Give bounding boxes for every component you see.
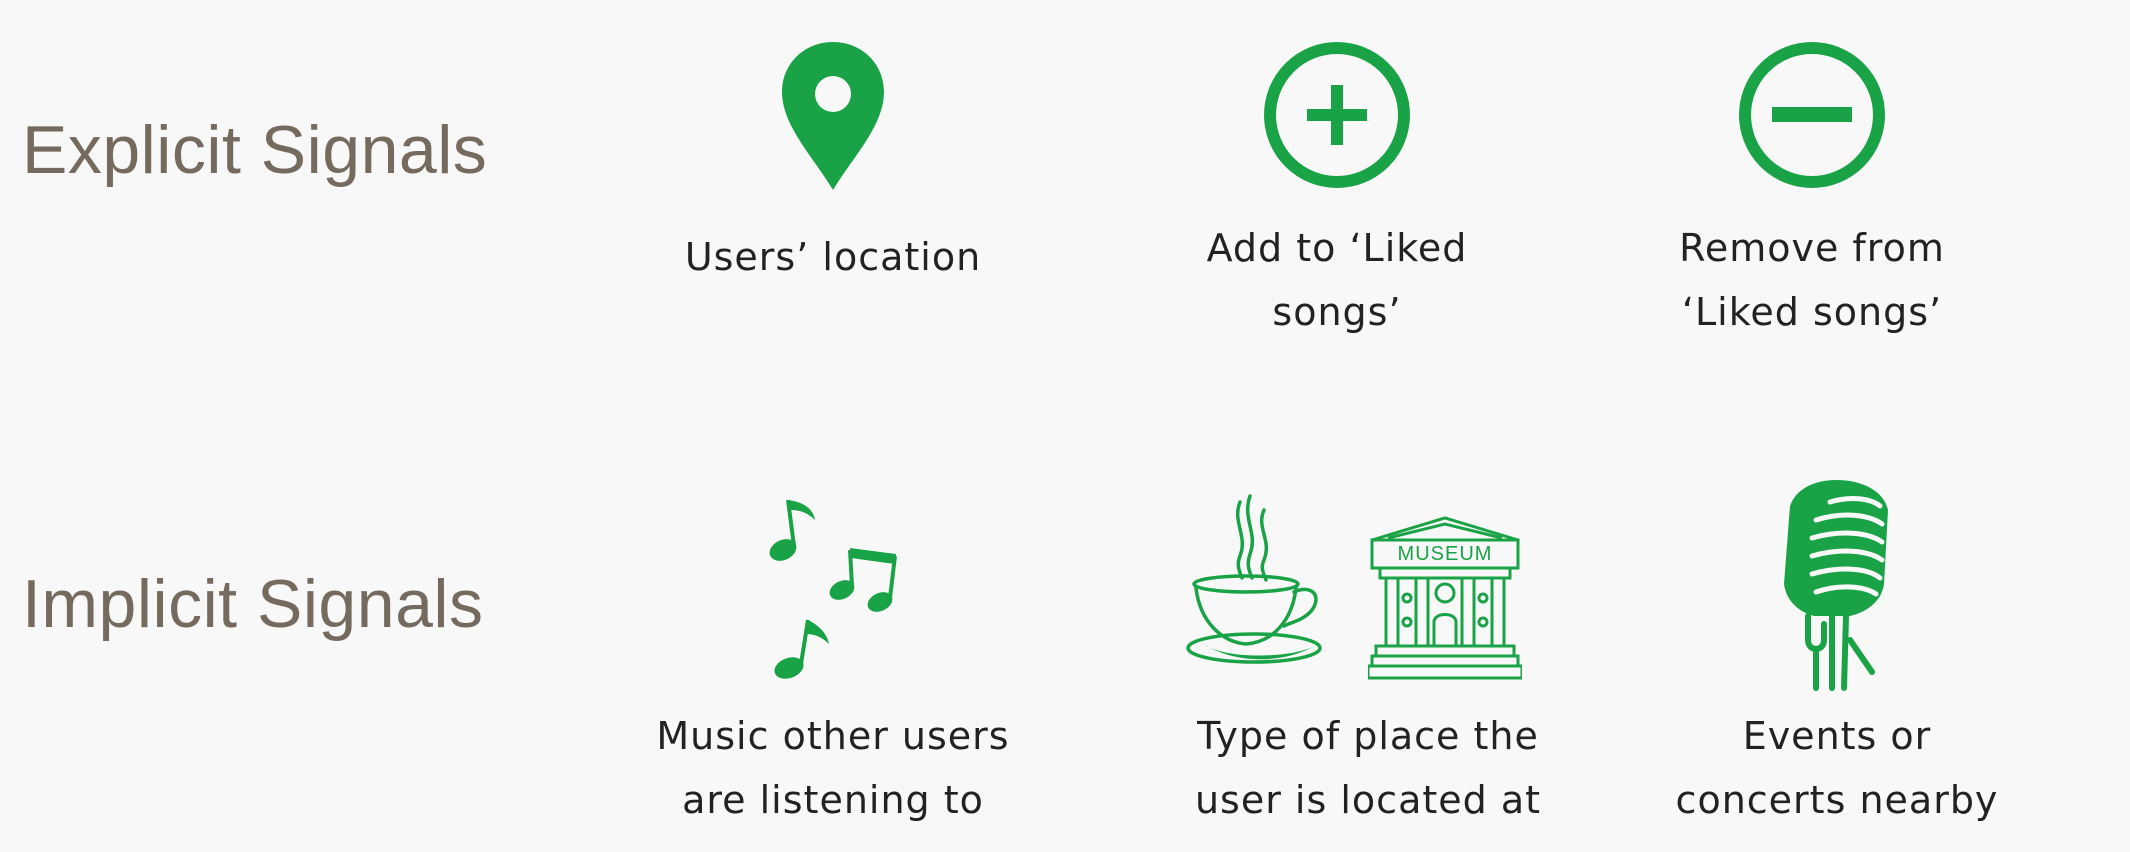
location-pin-icon: [782, 42, 884, 190]
microphone-icon: [1784, 480, 1888, 691]
music-notes-icon: [769, 499, 897, 679]
coffee-cup-icon: [1186, 494, 1322, 664]
plus-circle-icon: [1264, 42, 1410, 188]
museum-sign: MUSEUM: [1397, 543, 1493, 565]
type-of-place-caption: Type of place the user is located at: [1194, 714, 1542, 822]
explicit-signals-heading: Explicit Signals: [22, 112, 488, 188]
remove-liked-songs-caption: Remove from ‘Liked songs’: [1679, 226, 1945, 334]
minus-circle-icon: [1739, 42, 1885, 188]
users-location-caption: Users’ location: [684, 235, 982, 279]
music-other-users-caption: Music other users are listening to: [656, 714, 1010, 822]
implicit-signals-heading: Implicit Signals: [22, 566, 484, 642]
add-liked-songs-caption: Add to ‘Liked songs’: [1206, 226, 1468, 334]
events-concerts-caption: Events or concerts nearby: [1675, 714, 1999, 822]
